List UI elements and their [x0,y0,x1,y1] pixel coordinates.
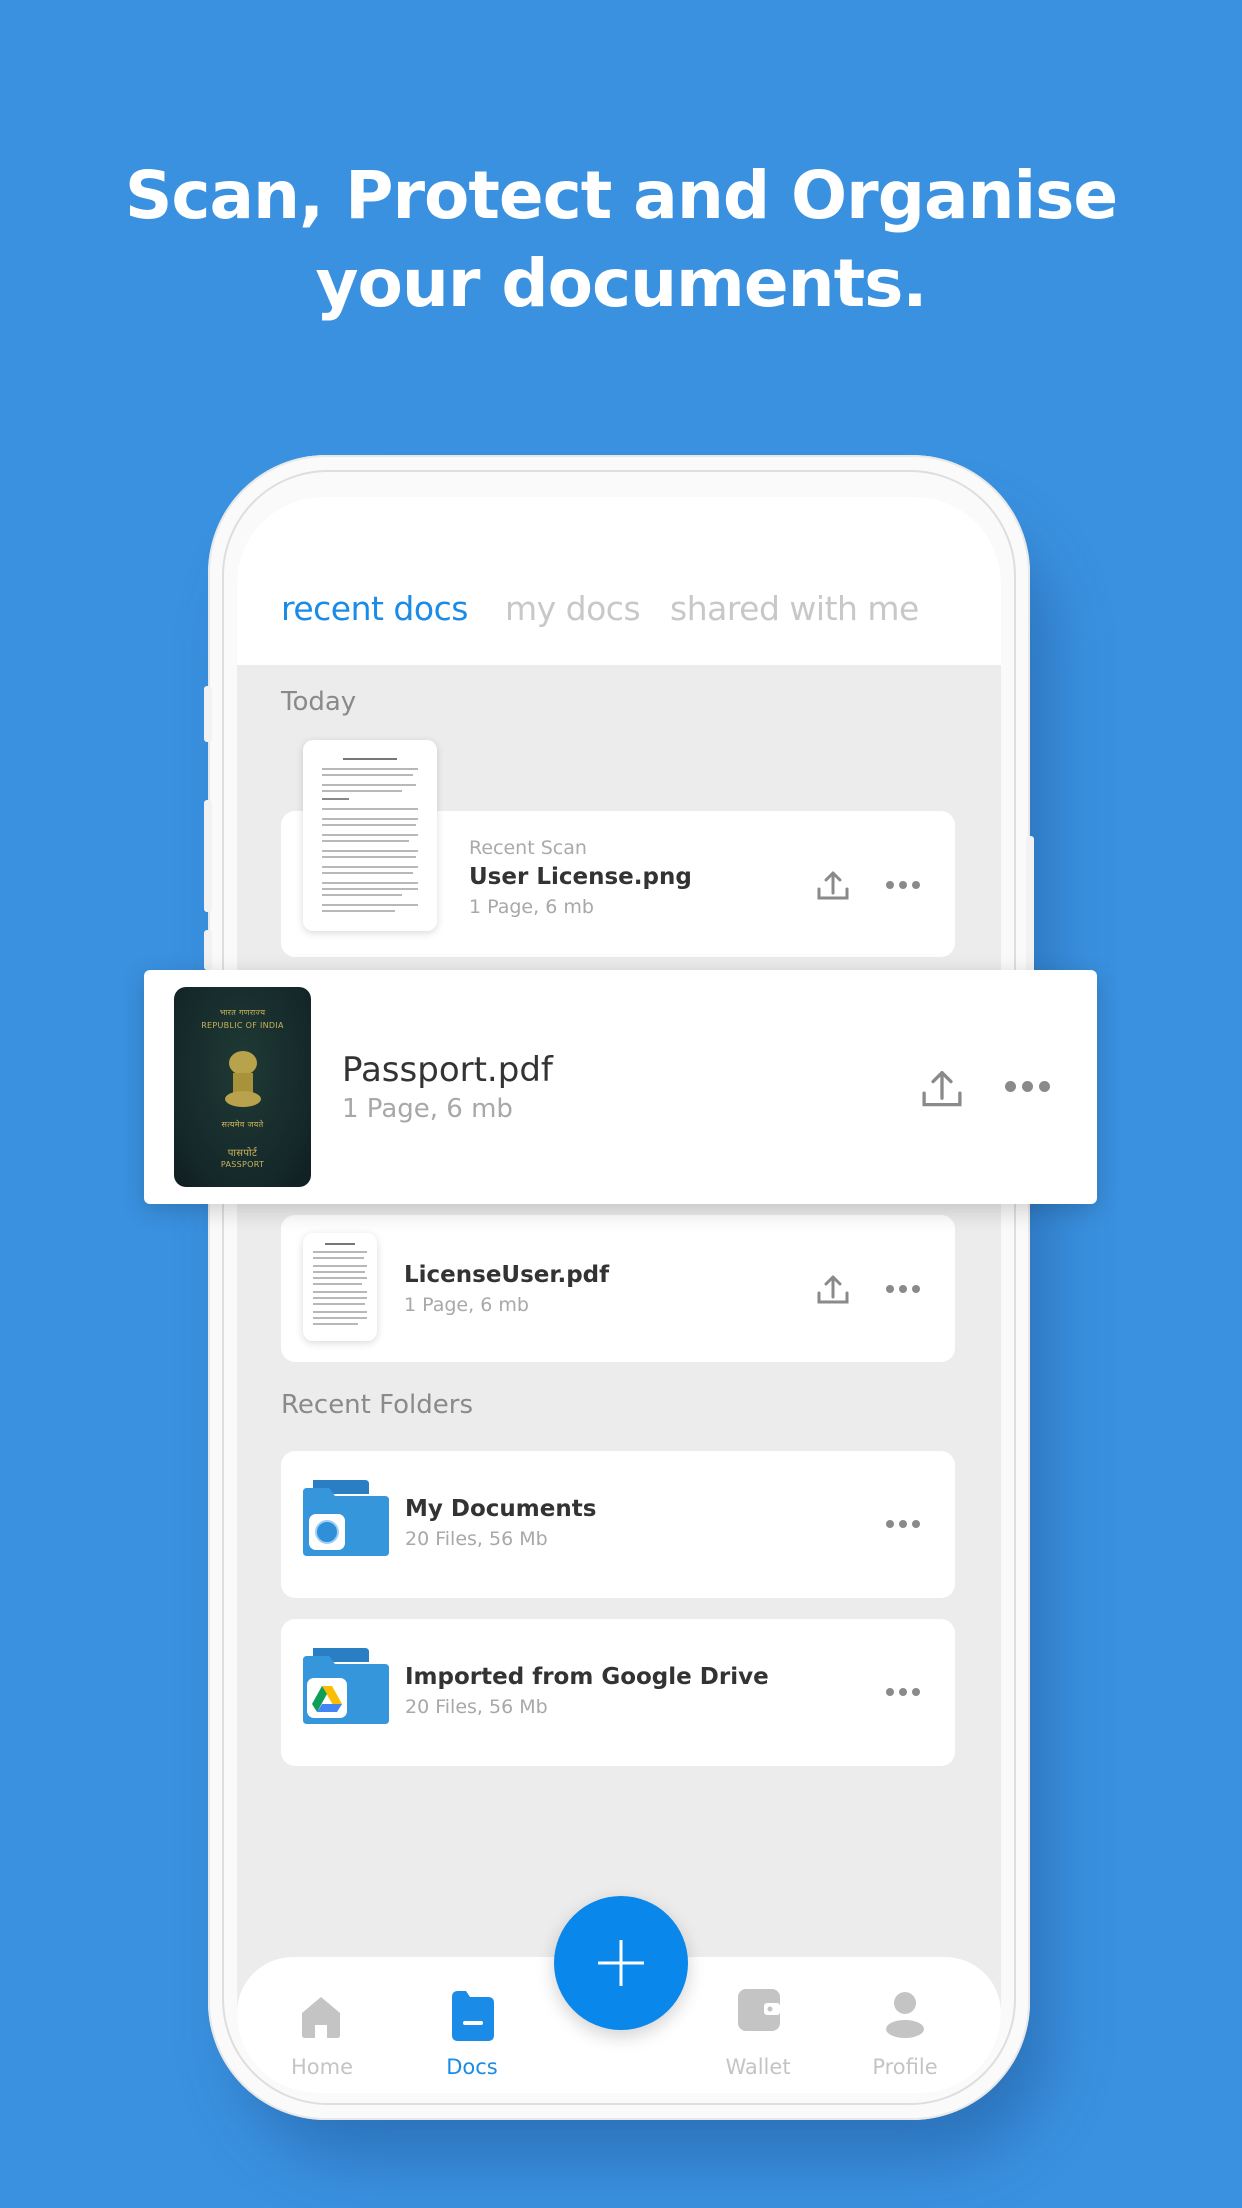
wallet-icon [738,1989,780,2031]
app-screen: recent docs my docs shared with me Today… [237,497,1001,2093]
more-horizontal-icon[interactable] [999,1066,1055,1106]
phone-volume-down-button [204,930,212,970]
nav-label: Profile [872,2055,938,2079]
file-name: User License.png [469,864,692,890]
nav-item-profile[interactable]: Profile [845,1957,965,2093]
folder-meta: 20 Files, 56 Mb [405,1696,548,1718]
add-document-button[interactable] [554,1896,688,2030]
phone-power-button [1026,836,1034,976]
more-horizontal-icon[interactable] [881,1506,925,1542]
folder-icon [303,1648,389,1724]
nav-label: Docs [446,2055,498,2079]
folder-meta: 20 Files, 56 Mb [405,1528,548,1550]
upload-icon[interactable] [811,1267,855,1311]
google-drive-icon [307,1678,347,1718]
file-name: Passport.pdf [342,1050,553,1090]
docs-folder-icon [452,1991,494,2041]
plus-icon [598,1940,644,1986]
file-kicker: Recent Scan [469,837,587,859]
marketing-headline: Scan, Protect and Organise your document… [0,152,1242,328]
headline-line-2: your documents. [315,245,927,322]
passport-hindi-title: भारत गणराज्य [219,1008,266,1017]
passport-hindi-label: पासपोर्ट [227,1148,258,1159]
upload-icon[interactable] [914,1060,970,1116]
folder-name: Imported from Google Drive [405,1664,769,1690]
nav-item-docs[interactable]: Docs [412,1957,532,2093]
app-logo-icon [309,1514,345,1550]
passport-label: PASSPORT [220,1160,265,1169]
tab-shared-with-me[interactable]: shared with me [670,589,919,628]
file-meta: 1 Page, 6 mb [342,1094,513,1124]
nav-label: Wallet [725,2055,791,2079]
nav-item-home[interactable]: Home [262,1957,382,2093]
document-thumbnail [303,1233,377,1341]
nav-item-wallet[interactable]: Wallet [698,1957,818,2093]
document-thumbnail [303,740,437,931]
tabs-bar: recent docs my docs shared with me [237,497,1001,665]
section-label-today: Today [281,687,357,717]
emblem-icon [225,1051,261,1107]
tab-recent-docs[interactable]: recent docs [281,589,468,628]
more-horizontal-icon[interactable] [881,1674,925,1710]
more-horizontal-icon[interactable] [881,867,925,903]
file-meta: 1 Page, 6 mb [469,896,594,918]
passport-country: REPUBLIC OF INDIA [201,1021,284,1030]
profile-icon [886,1992,924,2038]
file-meta: 1 Page, 6 mb [404,1294,529,1316]
folder-icon [303,1480,389,1556]
upload-icon[interactable] [811,863,855,907]
phone-side-button [204,686,212,742]
home-icon [302,1997,340,2038]
passport-motto: सत्यमेव जयते [221,1120,264,1129]
file-name: LicenseUser.pdf [404,1262,610,1288]
folder-name: My Documents [405,1496,597,1522]
headline-line-1: Scan, Protect and Organise [124,157,1118,234]
file-card-passport[interactable]: भारत गणराज्य REPUBLIC OF INDIA सत्यमेव ज… [144,970,1097,1204]
tab-my-docs[interactable]: my docs [505,589,641,628]
section-label-recent-folders: Recent Folders [281,1390,474,1420]
phone-volume-up-button [204,800,212,912]
passport-thumbnail: भारत गणराज्य REPUBLIC OF INDIA सत्यमेव ज… [174,987,311,1187]
more-horizontal-icon[interactable] [881,1271,925,1307]
nav-label: Home [290,2055,353,2079]
